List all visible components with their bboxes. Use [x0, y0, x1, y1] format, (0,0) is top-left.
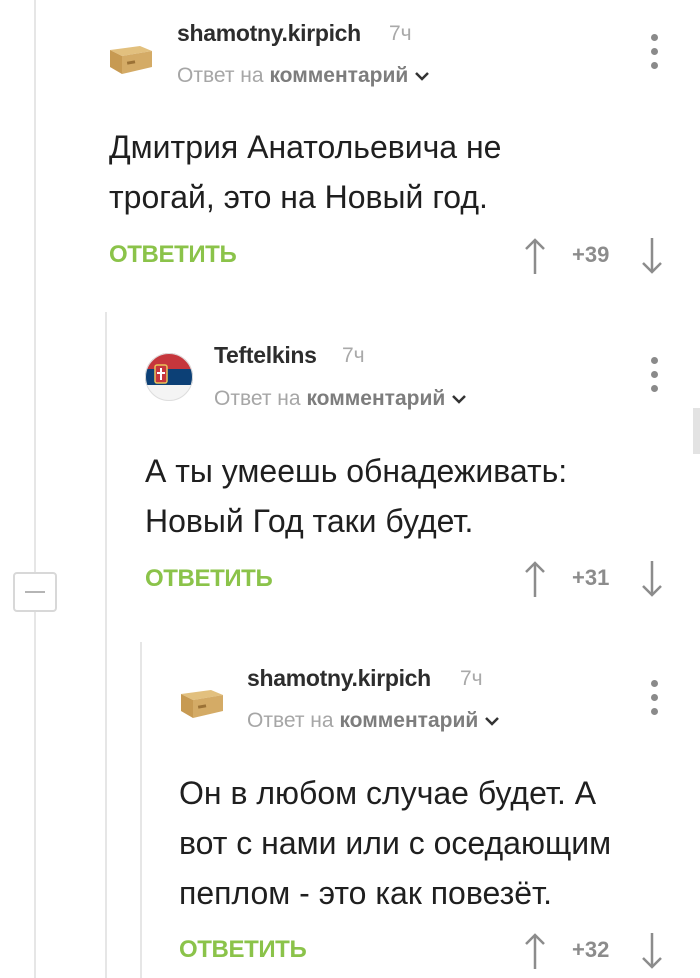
comment-author[interactable]: shamotny.kirpich — [247, 665, 431, 692]
more-options-icon[interactable] — [648, 680, 660, 716]
brick-avatar-icon[interactable] — [177, 676, 225, 724]
rating-value: +32 — [572, 937, 610, 962]
comment-3: shamotny.kirpich 7ч Ответ на комментарий… — [0, 0, 700, 978]
reply-target: комментарий — [339, 709, 479, 732]
upvote-arrow-icon[interactable] — [524, 931, 546, 971]
comment-text-line: вот с нами или с оседающим — [179, 825, 612, 861]
comment-text-line: пеплом - это как повезёт. — [179, 875, 553, 911]
downvote-arrow-icon[interactable] — [641, 931, 663, 971]
comment-time: 7ч — [460, 667, 483, 690]
reply-prefix: Ответ на — [247, 709, 334, 732]
comment-text-line: Он в любом случае будет. А — [179, 775, 597, 811]
reply-button[interactable]: ОТВЕТИТЬ — [179, 936, 307, 964]
chevron-down-icon — [485, 717, 500, 727]
reply-to-link[interactable]: Ответ на комментарий — [247, 709, 500, 733]
comment-text: Он в любом случае будет. А вот с нами ил… — [179, 768, 699, 918]
